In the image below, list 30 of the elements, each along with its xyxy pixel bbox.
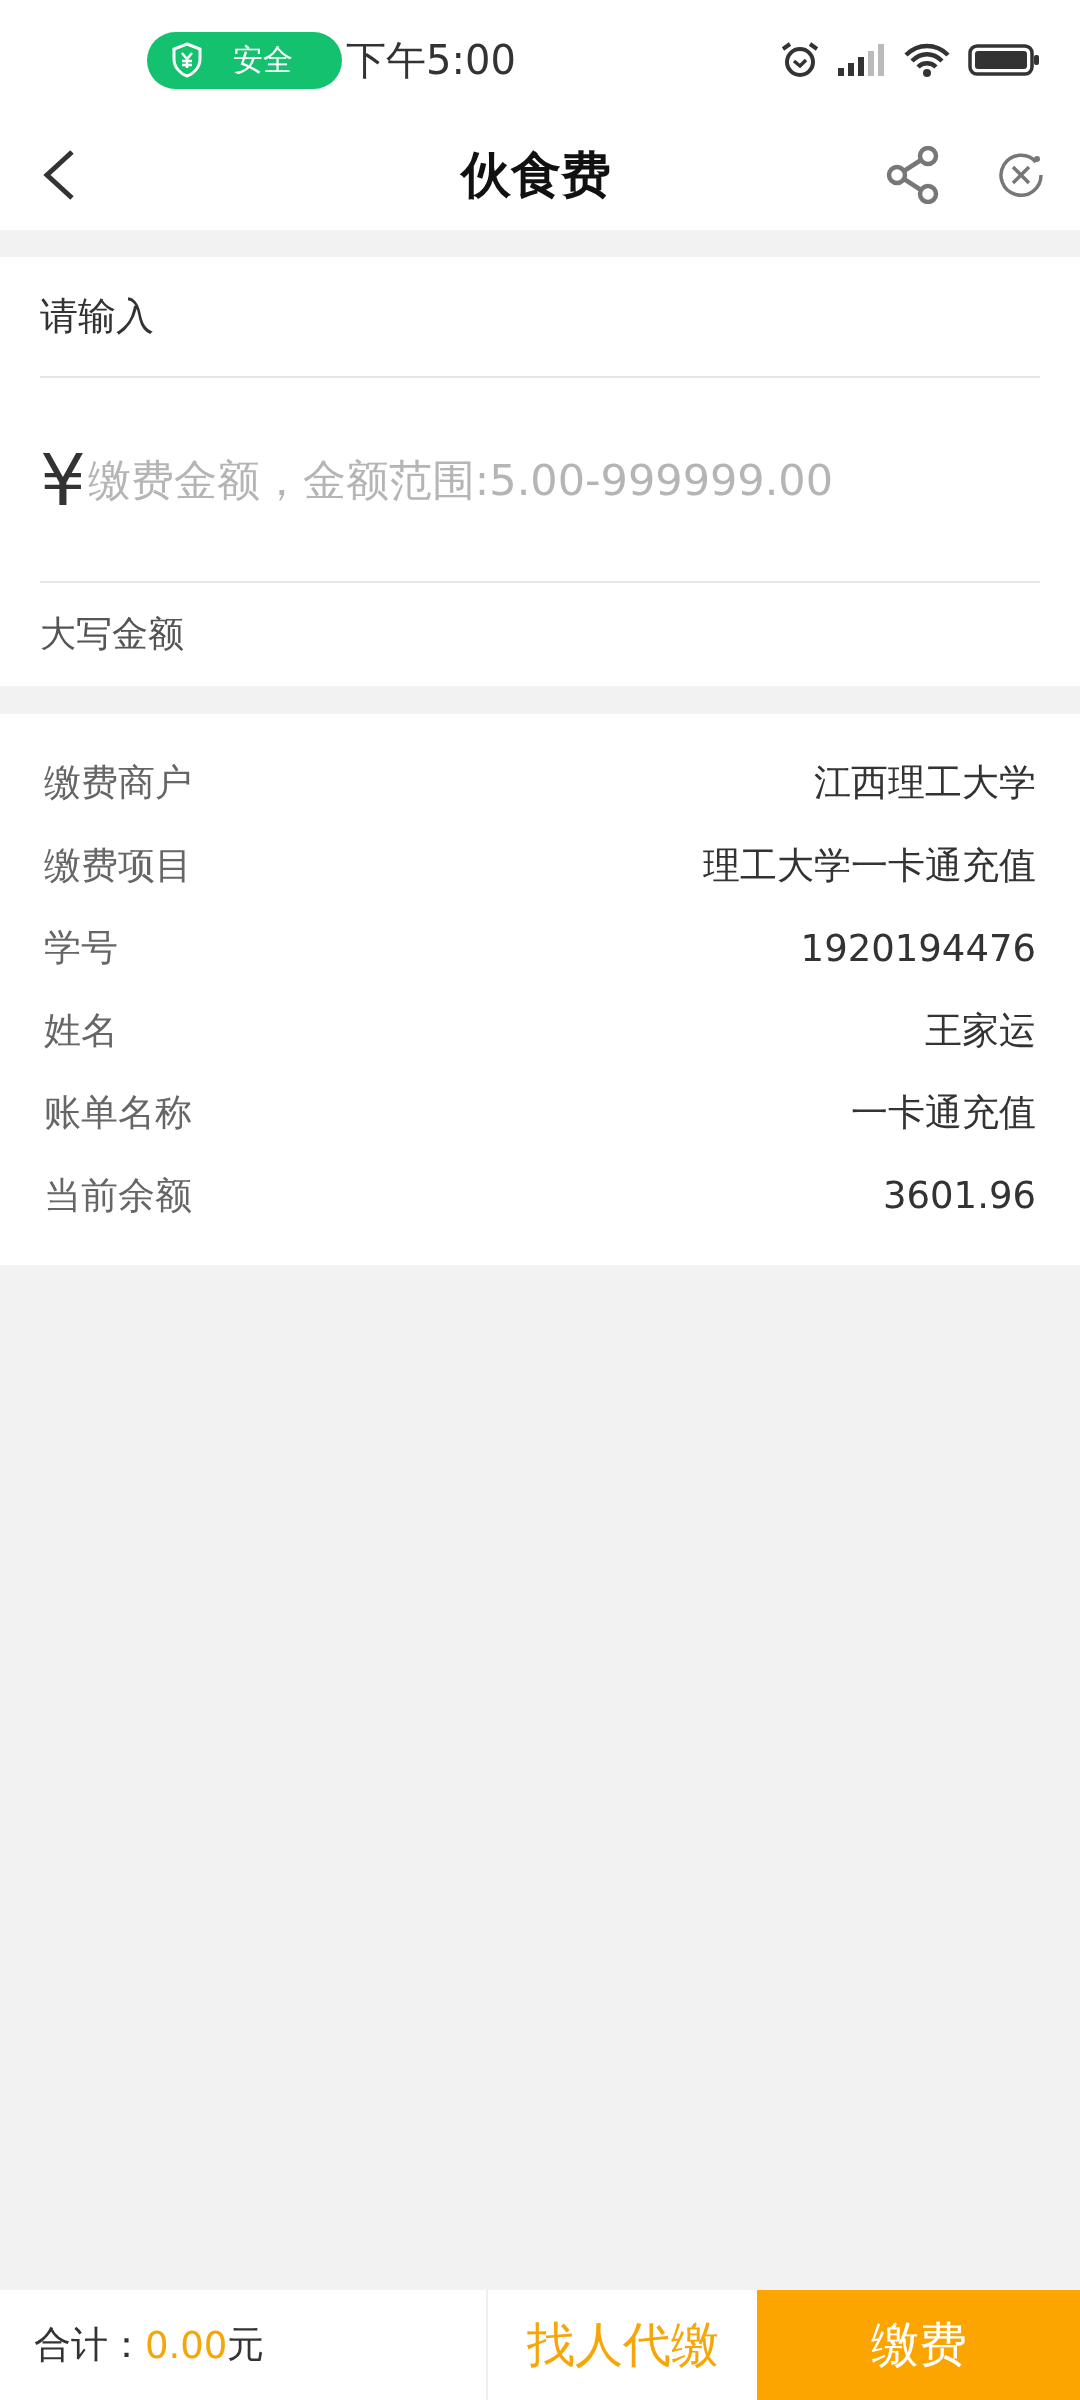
security-badge: 安全 [147,31,342,89]
share-button[interactable] [886,146,940,204]
input-label: 请输入 [40,257,1040,378]
amount-field[interactable]: 缴费金额，金额范围:5.00-999999.00 [85,453,1040,506]
detail-label: 当前余额 [44,1172,192,1219]
total-label: 合计： [34,2322,145,2368]
status-time: 下午5:00 [346,35,516,85]
detail-label: 缴费商户 [44,760,192,807]
detail-label: 学号 [44,925,118,972]
detail-value: 1920194476 [800,926,1036,970]
page-title: 伙食费 [459,144,612,206]
uppercase-amount-label: 大写金额 [40,612,185,656]
detail-value: 王家运 [925,1007,1036,1054]
close-button[interactable] [998,152,1044,198]
pay-button[interactable]: 缴费 [757,2290,1080,2400]
detail-label: 账单名称 [44,1090,192,1137]
detail-value: 理工大学一卡通充值 [703,842,1036,889]
detail-value: 3601.96 [883,1174,1036,1218]
wifi-icon [904,43,950,77]
total-amount: 0.00 [145,2323,228,2367]
detail-label: 姓名 [44,1007,118,1054]
currency-symbol: ¥ [40,437,86,522]
shield-icon [171,42,203,78]
detail-value: 一卡通充值 [851,1090,1036,1137]
battery-icon [968,44,1040,76]
detail-value: 江西理工大学 [814,760,1036,807]
signal-icon [838,44,886,76]
alarm-icon [780,41,820,79]
currency-unit: 元 [227,2322,265,2368]
detail-label: 缴费项目 [44,842,192,889]
